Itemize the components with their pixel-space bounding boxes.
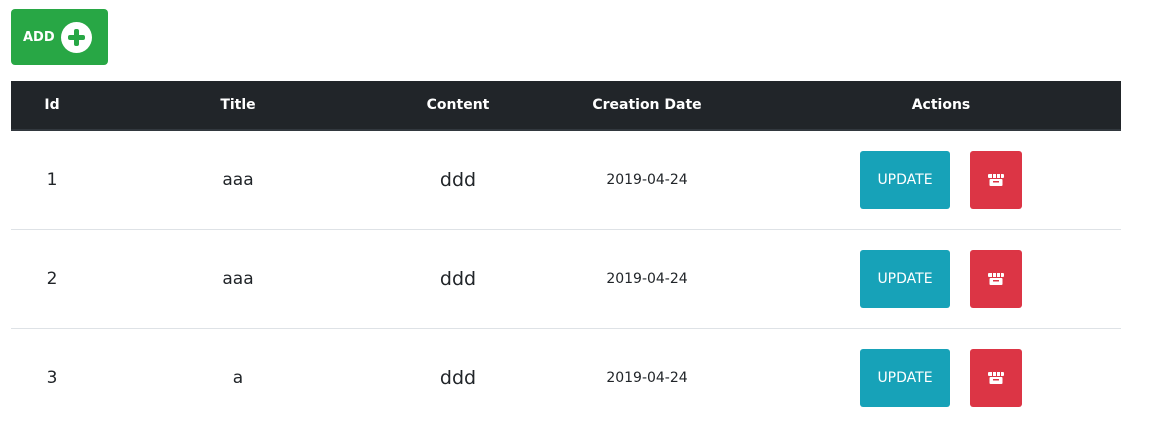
update-button[interactable]: UPDATE [860,250,950,308]
cell-title: aaa [93,130,383,230]
dumpster-icon [988,174,1004,186]
table-row: 1 aaa ddd 2019-04-24 UPDATE [11,130,1121,230]
dumpster-icon [988,372,1004,384]
cell-title: aaa [93,229,383,329]
update-button[interactable]: UPDATE [860,151,950,209]
header-id: Id [11,81,93,131]
table-header-row: Id Title Content Creation Date Actions [11,81,1121,131]
cell-id: 3 [46,368,58,388]
table-row: 2 aaa ddd 2019-04-24 UPDATE [11,229,1121,329]
cell-actions: UPDATE [761,329,1121,428]
cell-actions: UPDATE [761,130,1121,230]
cell-actions: UPDATE [761,229,1121,329]
add-button-label: ADD [23,29,55,45]
records-table: Id Title Content Creation Date Actions 1… [11,81,1121,427]
header-actions: Actions [761,81,1121,131]
delete-button[interactable] [970,151,1022,209]
cell-content: ddd [383,130,533,230]
cell-creation-date: 2019-04-24 [533,229,761,329]
delete-button[interactable] [970,250,1022,308]
header-title: Title [93,81,383,131]
cell-creation-date: 2019-04-24 [606,370,688,386]
table-row: 3 a ddd 2019-04-24 UPDATE [11,329,1121,428]
header-creation-date: Creation Date [533,81,761,131]
dumpster-icon [988,273,1004,285]
cell-content: ddd [383,229,533,329]
update-button[interactable]: UPDATE [860,349,950,407]
delete-button[interactable] [970,349,1022,407]
plus-circle-icon [60,21,92,53]
header-content: Content [383,81,533,131]
cell-id: 1 [11,130,93,230]
cell-id: 2 [11,229,93,329]
cell-content: ddd [439,367,477,389]
cell-title: a [232,368,244,388]
add-button[interactable]: ADD [11,9,108,65]
cell-creation-date: 2019-04-24 [533,130,761,230]
